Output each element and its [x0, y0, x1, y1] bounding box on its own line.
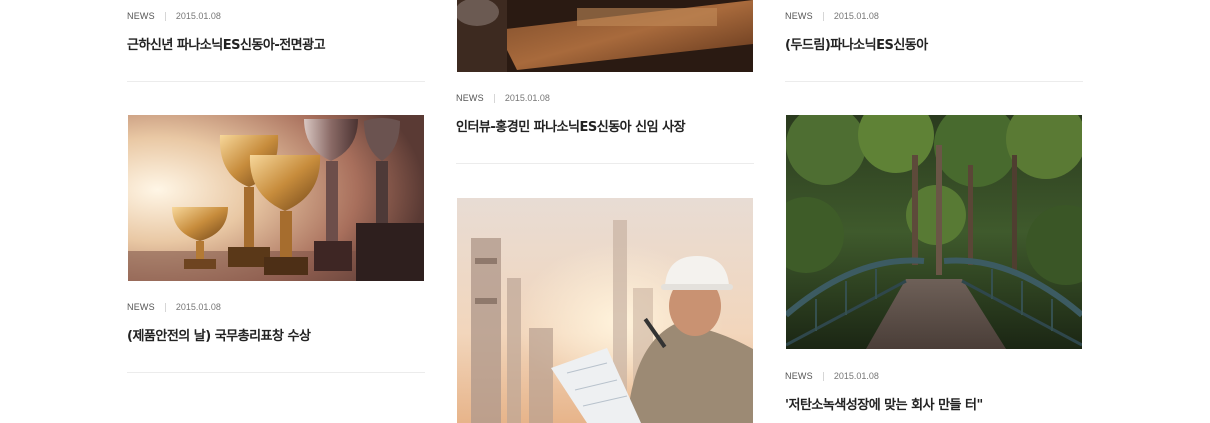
- trophies-image[interactable]: [128, 115, 424, 281]
- news-grid: NEWS 2015.01.08 근하신년 파나소닉ES신동아-전면광고 NEWS…: [0, 0, 1210, 423]
- meta-divider: [164, 302, 166, 312]
- desk-image[interactable]: [457, 0, 753, 72]
- divider: [456, 163, 754, 164]
- post-date: 2015.01.08: [833, 371, 879, 381]
- divider: [785, 81, 1083, 82]
- post-category: NEWS: [456, 93, 484, 103]
- post-category: NEWS: [127, 302, 155, 312]
- post-date: 2015.01.08: [175, 302, 221, 312]
- post-category: NEWS: [127, 11, 155, 21]
- post-title-link[interactable]: 근하신년 파나소닉ES신동아-전면광고: [127, 34, 326, 53]
- post-title-link[interactable]: '저탄소녹색성장에 맞는 회사 만들 터": [785, 394, 983, 413]
- meta-divider: [822, 11, 824, 21]
- post-category: NEWS: [785, 11, 813, 21]
- meta-divider: [493, 93, 495, 103]
- engineer-image[interactable]: [457, 198, 753, 423]
- post-date: 2015.01.08: [833, 11, 879, 21]
- post-title-link[interactable]: (두드림)파나소닉ES신동아: [785, 34, 928, 53]
- post-meta: NEWS 2015.01.08: [785, 370, 879, 382]
- post-meta: NEWS 2015.01.08: [127, 10, 221, 22]
- divider: [127, 81, 425, 82]
- post-date: 2015.01.08: [504, 93, 550, 103]
- post-meta: NEWS 2015.01.08: [785, 10, 879, 22]
- post-category: NEWS: [785, 371, 813, 381]
- bridge-image[interactable]: [786, 115, 1082, 349]
- post-title-link[interactable]: (제품안전의 날) 국무총리표창 수상: [127, 325, 311, 344]
- post-meta: NEWS 2015.01.08: [127, 301, 221, 313]
- post-meta: NEWS 2015.01.08: [456, 92, 550, 104]
- meta-divider: [164, 11, 166, 21]
- meta-divider: [822, 371, 824, 381]
- divider: [127, 372, 425, 373]
- post-title-link[interactable]: 인터뷰-홍경민 파나소닉ES신동아 신임 사장: [456, 116, 686, 135]
- post-date: 2015.01.08: [175, 11, 221, 21]
